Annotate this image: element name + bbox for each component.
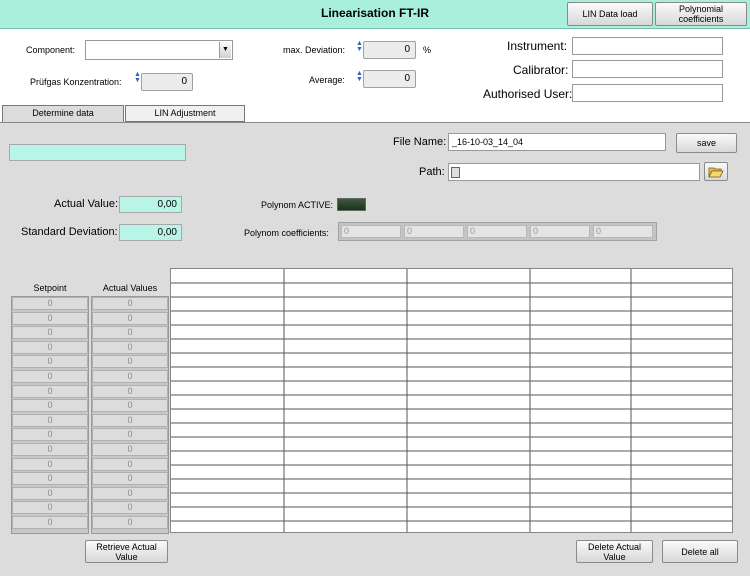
file-name-label: File Name: [393, 136, 447, 148]
polynom-coefficient-2: 0 [467, 225, 527, 238]
setpoint-cell[interactable]: 0 [12, 443, 88, 456]
setpoint-cell[interactable]: 0 [12, 355, 88, 369]
average-spinner-icon[interactable]: ▲ ▼ [356, 70, 363, 83]
polynom-active-label: Polynom ACTIVE: [261, 200, 334, 210]
actual-value-cell[interactable]: 0 [92, 472, 168, 486]
lin-data-load-button[interactable]: LIN Data load [567, 2, 653, 26]
delete-all-button[interactable]: Delete all [662, 540, 738, 563]
delete-actual-value-button[interactable]: Delete Actual Value [576, 540, 653, 563]
calibrator-input[interactable] [572, 60, 723, 78]
actual-value-cell[interactable]: 0 [92, 297, 168, 310]
actual-value-cell[interactable]: 0 [92, 486, 168, 500]
standard-deviation-display: 0,00 [119, 224, 182, 241]
pruefgas-label: Prüfgas Konzentration: [30, 77, 122, 87]
actual-value-cell[interactable]: 0 [92, 413, 168, 427]
setpoint-cell[interactable]: 0 [12, 311, 88, 325]
polynom-active-led [337, 198, 366, 211]
setpoint-cell[interactable]: 0 [12, 472, 88, 486]
actual-values-column-header: Actual Values [102, 283, 158, 293]
status-field [9, 144, 186, 161]
save-button[interactable]: save [676, 133, 737, 153]
calibrator-label: Calibrator: [513, 63, 569, 77]
actual-value-cell[interactable]: 0 [92, 501, 168, 515]
actual-value-cell[interactable]: 0 [92, 340, 168, 354]
tab-determine-data[interactable]: Determine data [2, 105, 124, 123]
file-name-input[interactable]: _16-10-03_14_04 [448, 133, 666, 151]
path-input[interactable] [448, 163, 700, 181]
average-label: Average: [309, 75, 345, 85]
authorised-user-label: Authorised User: [483, 87, 573, 101]
max-deviation-input[interactable]: 0 [363, 41, 416, 59]
component-select[interactable]: ▼ [85, 40, 233, 60]
authorised-user-input[interactable] [572, 84, 723, 102]
pruefgas-spinner-icon[interactable]: ▲ ▼ [134, 71, 141, 84]
max-deviation-spinner-icon[interactable]: ▲ ▼ [356, 40, 363, 53]
instrument-input[interactable] [572, 37, 723, 55]
folder-open-icon [708, 167, 724, 177]
actual-value-cell[interactable]: 0 [92, 326, 168, 340]
data-table-grid [171, 269, 732, 532]
polynom-coefficient-1: 0 [404, 225, 464, 238]
standard-deviation-label: Standard Deviation: [21, 226, 118, 238]
polynom-coefficient-0: 0 [341, 225, 401, 238]
setpoint-cell[interactable]: 0 [12, 428, 88, 442]
setpoint-cell[interactable]: 0 [12, 340, 88, 354]
setpoint-cell[interactable]: 0 [12, 457, 88, 471]
component-label: Component: [26, 45, 76, 55]
instrument-label: Instrument: [507, 39, 568, 53]
actual-value-label: Actual Value: [54, 198, 119, 210]
average-input[interactable]: 0 [363, 70, 416, 88]
polynom-coefficient-3: 0 [530, 225, 590, 238]
polynomial-coefficients-button[interactable]: Polynomial coefficients [655, 2, 747, 26]
setpoint-cell[interactable]: 0 [12, 384, 88, 398]
actual-value-cell[interactable]: 0 [92, 355, 168, 369]
tab-lin-adjustment[interactable]: LIN Adjustment [125, 105, 245, 122]
setpoint-cell[interactable]: 0 [12, 413, 88, 427]
setpoint-cell[interactable]: 0 [12, 516, 88, 529]
chevron-down-icon[interactable]: ▼ [219, 42, 231, 58]
actual-value-cell[interactable]: 0 [92, 370, 168, 383]
pruefgas-input[interactable]: 0 [141, 73, 193, 91]
actual-value-cell[interactable]: 0 [92, 384, 168, 398]
setpoint-cell[interactable]: 0 [12, 326, 88, 340]
setpoint-cell[interactable]: 0 [12, 399, 88, 413]
setpoint-cell[interactable]: 0 [12, 486, 88, 500]
polynom-coefficient-4: 0 [593, 225, 653, 238]
data-table[interactable] [170, 268, 733, 533]
path-label: Path: [419, 166, 445, 178]
actual-value-cell[interactable]: 0 [92, 457, 168, 471]
actual-value-display: 0,00 [119, 196, 182, 213]
setpoint-cell[interactable]: 0 [12, 370, 88, 383]
setpoint-cell[interactable]: 0 [12, 501, 88, 515]
polynom-coefficients-label: Polynom coefficients: [244, 228, 329, 238]
retrieve-actual-value-button[interactable]: Retrieve Actual Value [85, 540, 168, 563]
max-deviation-unit: % [423, 45, 432, 55]
actual-value-cell[interactable]: 0 [92, 399, 168, 413]
path-type-icon [451, 167, 460, 178]
setpoint-column-header: Setpoint [33, 283, 67, 293]
actual-value-cell[interactable]: 0 [92, 428, 168, 442]
actual-value-cell[interactable]: 0 [92, 516, 168, 529]
setpoint-cell[interactable]: 0 [12, 297, 88, 310]
actual-value-cell[interactable]: 0 [92, 443, 168, 456]
actual-value-cell[interactable]: 0 [92, 311, 168, 325]
max-deviation-label: max. Deviation: [283, 45, 346, 55]
browse-folder-button[interactable] [704, 162, 728, 181]
